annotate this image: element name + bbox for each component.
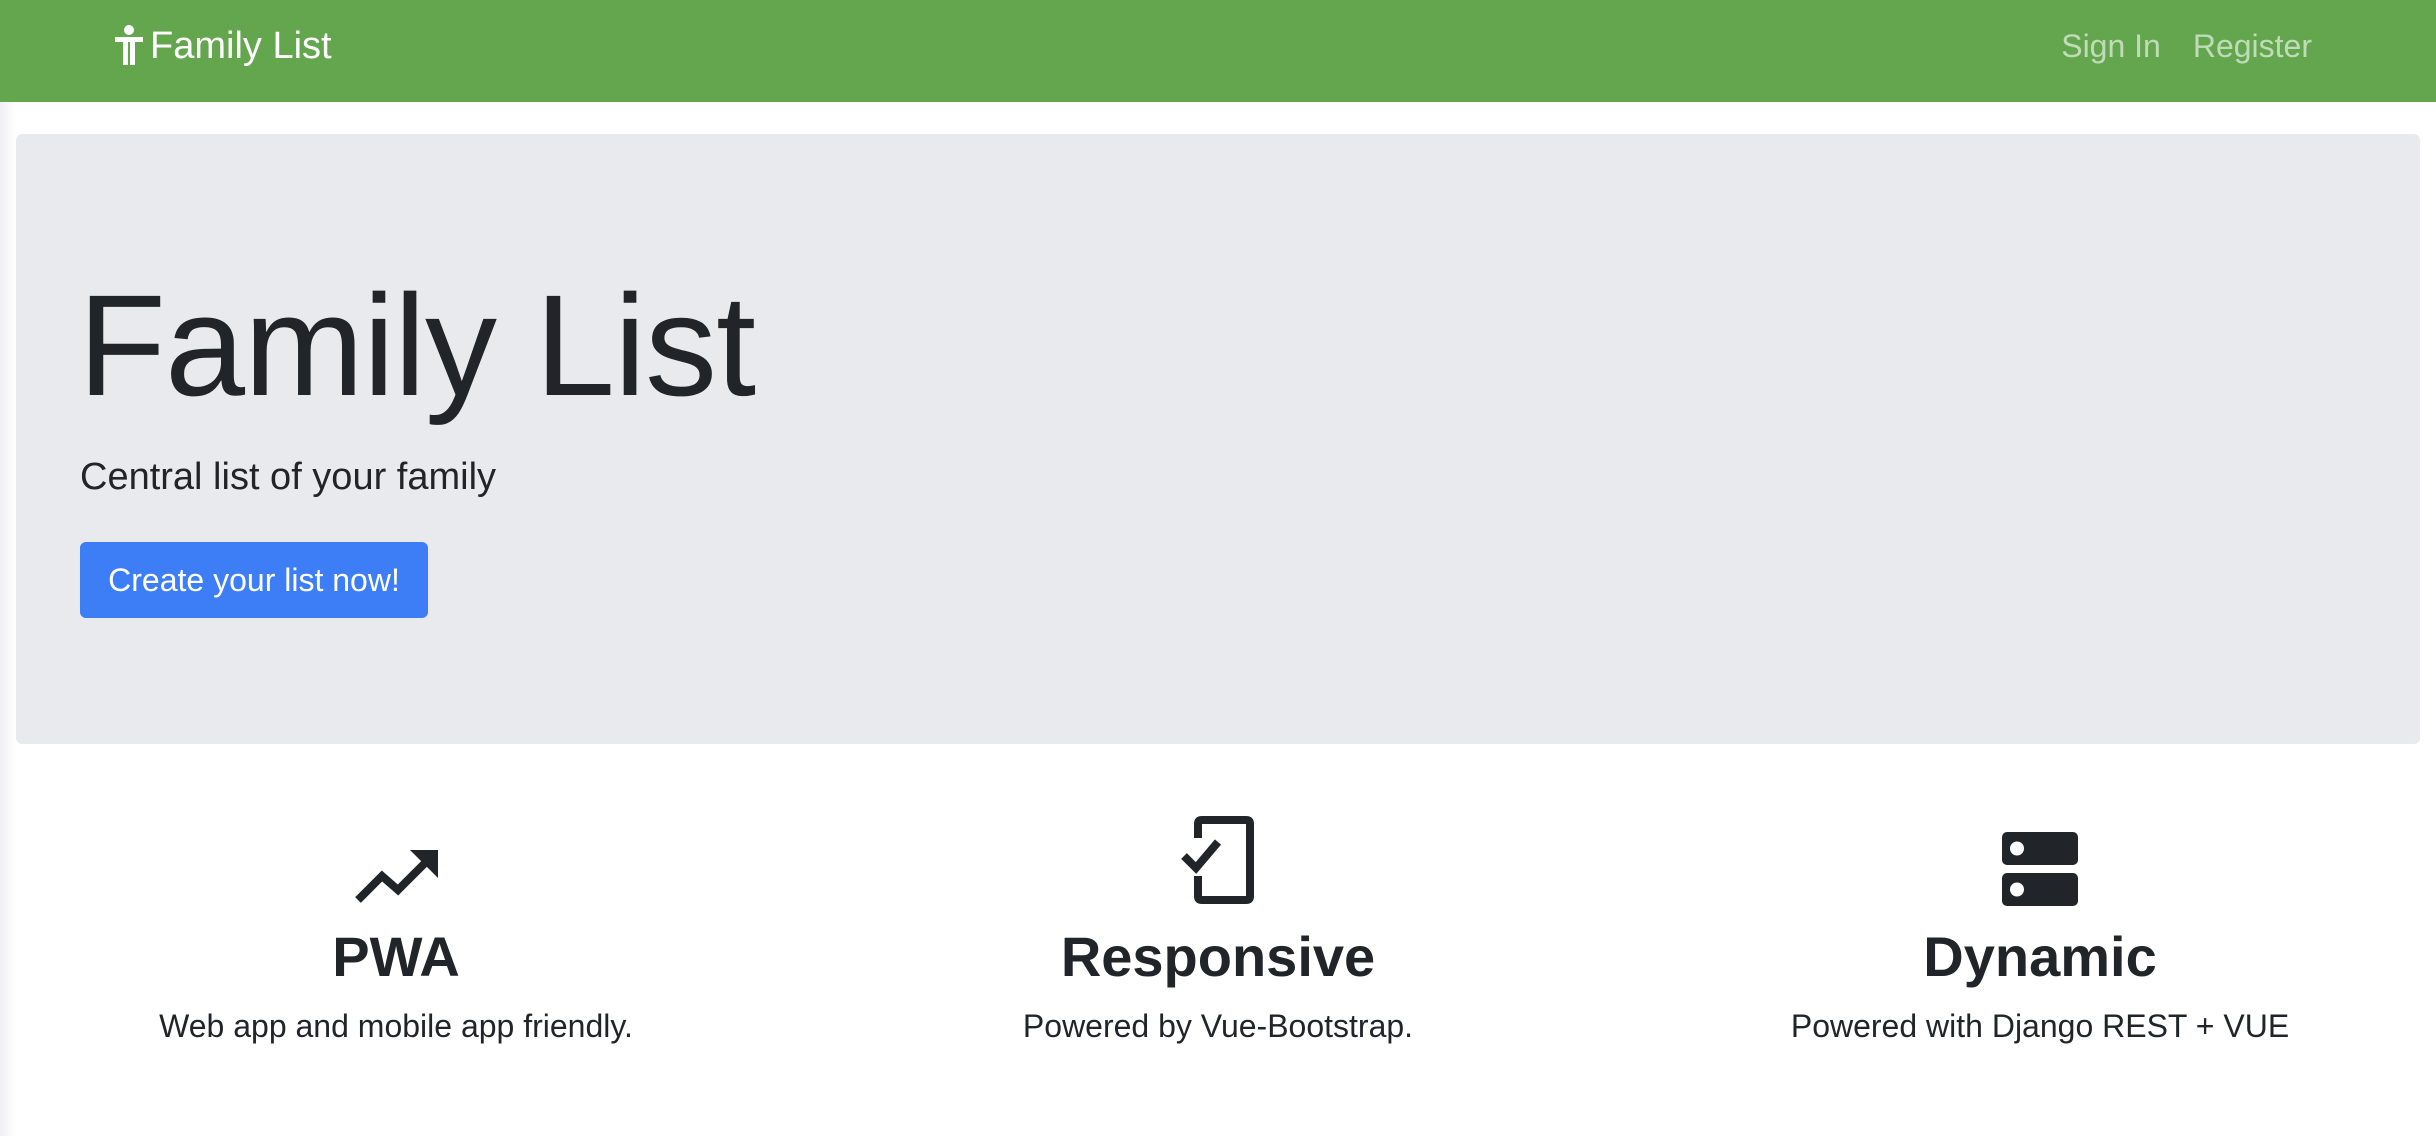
page-edge-shadow	[0, 102, 16, 1136]
hero-title: Family List	[78, 265, 756, 426]
brand-label: Family List	[150, 24, 332, 67]
sign-in-link[interactable]: Sign In	[2061, 28, 2161, 65]
feature-text: Web app and mobile app friendly.	[159, 1007, 633, 1044]
feature-pwa: PWA Web app and mobile app friendly.	[16, 808, 776, 1045]
top-navbar: Family List Sign In Register	[0, 0, 2436, 102]
feature-dynamic: Dynamic Powered with Django REST + VUE	[1660, 808, 2420, 1045]
trending-up-icon	[355, 850, 438, 903]
feature-responsive: Responsive Powered by Vue-Bootstrap.	[838, 808, 1598, 1045]
feature-title: PWA	[332, 925, 460, 988]
create-list-button[interactable]: Create your list now!	[80, 542, 428, 618]
accessibility-icon	[115, 25, 143, 65]
feature-text: Powered with Django REST + VUE	[1790, 1007, 2290, 1044]
register-link[interactable]: Register	[2193, 28, 2312, 65]
nav-links: Sign In Register	[2061, 16, 2312, 76]
hero-lead: Central list of your family	[80, 456, 497, 498]
brand-link[interactable]: Family List	[112, 16, 332, 76]
phone-check-icon	[1181, 816, 1254, 904]
hero-jumbotron: Family List Central list of your family …	[16, 134, 2420, 744]
server-icon	[2002, 832, 2078, 906]
feature-text: Powered by Vue-Bootstrap.	[1022, 1007, 1414, 1044]
feature-title: Responsive	[1060, 925, 1376, 988]
feature-title: Dynamic	[1923, 925, 2157, 988]
